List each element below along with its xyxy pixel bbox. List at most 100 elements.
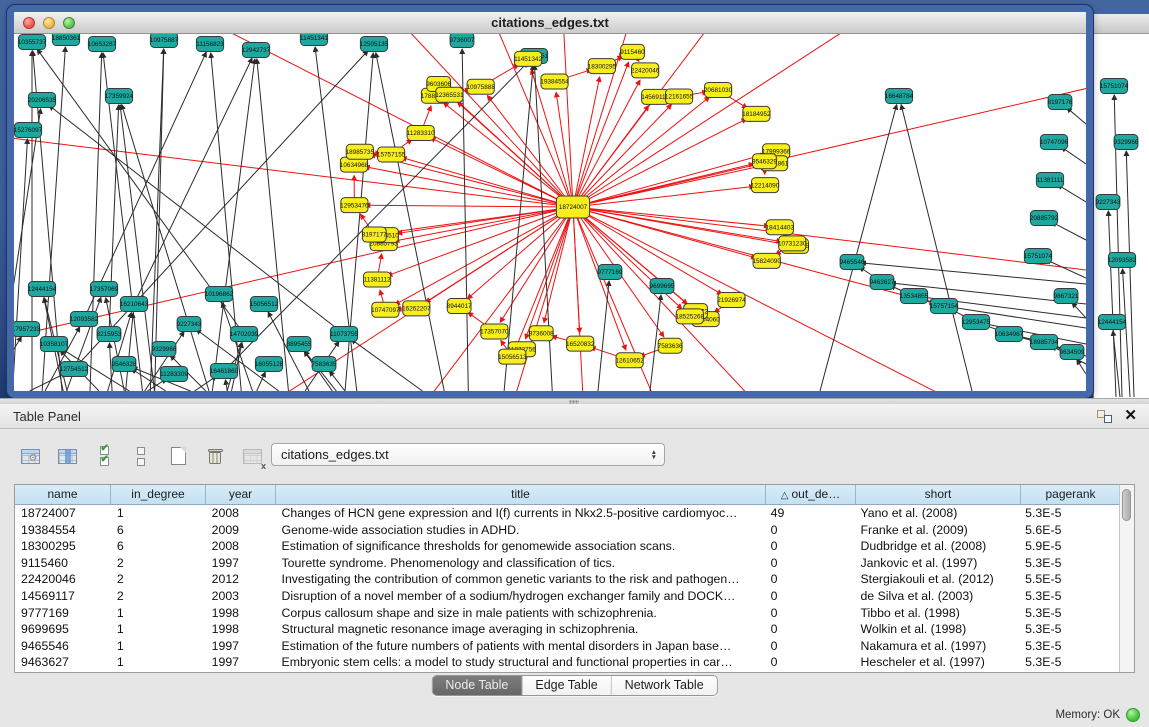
graph-node[interactable]: 10747096	[1040, 135, 1069, 150]
graph-node[interactable]: 12754512	[60, 362, 89, 377]
graph-node[interactable]: 10358107	[40, 337, 69, 352]
graph-node[interactable]: 12444154	[1098, 315, 1127, 330]
graph-node[interactable]: 16210643	[120, 297, 149, 312]
table-row[interactable]: 969969511998Structural magnetic resonanc…	[15, 621, 1119, 638]
network-view-window[interactable]: citations_edges.txt 10355737188503611065…	[7, 5, 1093, 398]
tab-edge-table[interactable]: Edge Table	[521, 676, 610, 695]
graph-node[interactable]: 9329966	[152, 342, 177, 357]
graph-node[interactable]: 21926974	[717, 292, 746, 307]
graph-node[interactable]: 10731230	[778, 236, 807, 251]
graph-node[interactable]: 10634967	[995, 327, 1024, 342]
graph-node[interactable]: 14702039	[230, 327, 259, 342]
table-row[interactable]: 977716911998Corpus callosum shape and si…	[15, 605, 1119, 622]
graph-node[interactable]: 11451341	[300, 34, 328, 46]
graph-node[interactable]: 9634509	[1060, 345, 1085, 360]
graph-node[interactable]: 9777169	[598, 265, 623, 280]
graph-node[interactable]: 11073755	[330, 327, 358, 342]
show-columns-button[interactable]	[51, 442, 83, 470]
column-header-title[interactable]: title	[276, 485, 766, 504]
graph-node[interactable]: 12444154	[28, 282, 57, 297]
table-row[interactable]: 1830029562008Estimation of significance …	[15, 538, 1119, 555]
close-panel-button[interactable]: ✕	[1124, 409, 1137, 423]
graph-node[interactable]: 12214090	[751, 178, 780, 193]
column-header-short[interactable]: short	[856, 485, 1021, 504]
graph-node[interactable]: 12953476	[340, 198, 369, 213]
table-row[interactable]: 1938455462009Genome-wide association stu…	[15, 522, 1119, 539]
delete-column-button[interactable]	[199, 442, 231, 470]
select-all-button[interactable]	[88, 442, 120, 470]
tab-node-table[interactable]: Node Table	[432, 676, 521, 695]
network-canvas[interactable]: 1035573718850361106532872020653517359924…	[14, 34, 1086, 391]
table-row[interactable]: 946554611997Estimation of the future num…	[15, 638, 1119, 655]
graph-node[interactable]: 18985735	[346, 144, 375, 159]
graph-node[interactable]: 11156823	[196, 37, 224, 52]
graph-node[interactable]: 9329966	[1114, 135, 1139, 150]
table-row[interactable]: 1456911722003Disruption of a novel membe…	[15, 588, 1119, 605]
graph-node[interactable]: 9867321	[1054, 289, 1079, 304]
graph-node[interactable]: 7583635	[312, 357, 337, 372]
graph-node[interactable]: 12953475	[962, 315, 991, 330]
graph-node[interactable]: 10355737	[18, 35, 47, 50]
graph-node[interactable]: 20681030	[704, 82, 733, 97]
graph-node[interactable]: 19384554	[540, 74, 569, 89]
graph-node[interactable]: 15056512	[250, 297, 279, 312]
float-panel-button[interactable]	[1097, 410, 1112, 423]
graph-node[interactable]: 15757155	[377, 147, 406, 162]
graph-node[interactable]: 10653287	[88, 37, 117, 52]
graph-node[interactable]: 9463627	[870, 275, 895, 290]
graph-node[interactable]: 10975887	[150, 34, 179, 48]
graph-node[interactable]: 18985734	[1030, 335, 1059, 350]
graph-node[interactable]: 11283309	[160, 367, 188, 382]
graph-node[interactable]: 16648784	[885, 89, 914, 104]
graph-node[interactable]: 22420046	[631, 63, 660, 78]
graph-node[interactable]: 9736008	[529, 326, 554, 341]
vertical-scrollbar[interactable]	[1119, 485, 1134, 672]
graph-node[interactable]: 17357069	[90, 282, 119, 297]
deselect-all-button[interactable]	[125, 442, 157, 470]
graph-node[interactable]: 15824090	[752, 253, 781, 268]
table-row[interactable]: 2242004622012Investigating the contribut…	[15, 571, 1119, 588]
table-row[interactable]: 911546021997Tourette syndrome. Phenomeno…	[15, 555, 1119, 572]
graph-node[interactable]: 15276097	[14, 123, 43, 138]
column-header-name[interactable]: name	[15, 485, 111, 504]
graph-node[interactable]: 20885792	[1030, 211, 1059, 226]
graph-node[interactable]: 8944017	[447, 299, 472, 314]
graph-node[interactable]: 11283310	[407, 125, 435, 140]
graph-node[interactable]: 13534855	[900, 289, 929, 304]
graph-node[interactable]: 18850361	[52, 34, 81, 46]
tab-network-table[interactable]: Network Table	[611, 676, 717, 695]
graph-node[interactable]: 8197177	[362, 227, 387, 242]
graph-node[interactable]: 9115460	[620, 44, 645, 59]
background-network-window[interactable]: 15751074932996692273431209358212444154	[1093, 14, 1149, 398]
graph-node[interactable]: 9546329	[752, 154, 777, 169]
graph-node[interactable]: 12505135	[360, 37, 389, 52]
graph-node[interactable]: 18184952	[742, 106, 771, 121]
graph-node[interactable]: 20206535	[28, 93, 57, 108]
graph-node[interactable]: 15751074	[1024, 249, 1053, 264]
graph-node[interactable]: 9227343	[177, 317, 202, 332]
background-window-titlebar[interactable]	[1094, 14, 1149, 34]
graph-node[interactable]: 16520832	[566, 336, 595, 351]
graph-node[interactable]: 15056513	[498, 349, 527, 364]
table-row[interactable]: 1872400712008Changes of HCN gene express…	[15, 505, 1119, 522]
graph-node[interactable]: 10196862	[205, 287, 234, 302]
graph-node[interactable]: 15757154	[930, 299, 959, 314]
graph-node[interactable]: 12942737	[242, 43, 271, 58]
scrollbar-thumb[interactable]	[1122, 489, 1131, 521]
graph-node[interactable]: 9227343	[1096, 195, 1121, 210]
table-settings-button[interactable]: ⚙	[14, 442, 46, 470]
table-row[interactable]: 946362711997Embryonic stem cells: a mode…	[15, 654, 1119, 671]
graph-node[interactable]: 15751074	[1100, 79, 1129, 94]
graph-node[interactable]: 18414403	[766, 220, 795, 235]
graph-node[interactable]: 17357070	[480, 324, 509, 339]
column-header-in_degree[interactable]: in_degree	[111, 485, 206, 504]
graph-node[interactable]: 18724007	[556, 196, 589, 218]
graph-node[interactable]: 7583636	[658, 338, 683, 353]
graph-node[interactable]: 18300295	[588, 59, 617, 74]
new-column-button[interactable]	[162, 442, 194, 470]
graph-node[interactable]: 9465546	[840, 255, 865, 270]
graph-node[interactable]: 11381111	[1036, 173, 1063, 188]
graph-node[interactable]: 16262207	[402, 301, 431, 316]
column-header-out_de[interactable]: △out_de…	[766, 485, 856, 504]
column-header-year[interactable]: year	[206, 485, 276, 504]
